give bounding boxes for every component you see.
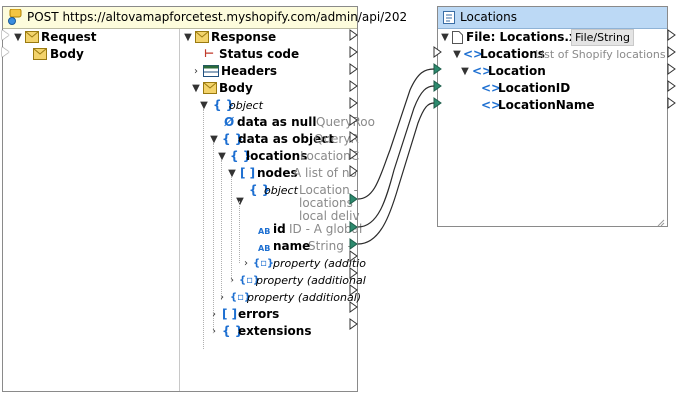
property-additional-label: property (additional) <box>247 291 362 304</box>
headers-label: Headers <box>221 64 278 78</box>
node-object-label: object <box>264 184 298 197</box>
connected-output-port <box>349 193 358 205</box>
nodes-description: A list of no <box>293 166 357 180</box>
output-port <box>349 148 358 160</box>
chevron-right-icon[interactable]: › <box>225 272 239 289</box>
status-code-label: Status code <box>219 47 300 61</box>
chevron-down-icon[interactable]: ▼ <box>11 29 25 46</box>
id-label: id <box>273 222 286 236</box>
name-label: name <box>273 239 311 253</box>
output-port <box>349 63 358 75</box>
web-service-icon <box>8 8 22 25</box>
connector-location <box>357 68 435 200</box>
input-port[interactable] <box>2 47 9 57</box>
status-code-icon: ⊢ <box>204 47 215 60</box>
chevron-right-icon[interactable]: › <box>215 289 229 306</box>
input-port[interactable] <box>2 30 9 40</box>
chevron-down-icon[interactable]: ▼ <box>189 80 203 97</box>
output-port <box>667 29 676 41</box>
data-as-null-type: QueryRoo <box>316 115 375 129</box>
connector-location-id <box>357 85 435 228</box>
api-component[interactable]: POST https://altovamapforcetest.myshopif… <box>2 6 407 392</box>
output-port <box>349 165 358 177</box>
output-port <box>349 97 358 109</box>
output-port <box>349 131 358 143</box>
data-as-null-label: data as null <box>237 115 317 129</box>
output-port <box>349 29 358 41</box>
xml-ports <box>428 0 678 397</box>
envelope-icon <box>33 48 47 60</box>
input-port <box>433 46 442 58</box>
output-port <box>667 46 676 58</box>
connected-output-port <box>349 238 358 250</box>
tree-guide <box>239 201 240 263</box>
output-port <box>349 267 358 279</box>
connected-input-port <box>433 97 442 109</box>
chevron-down-icon[interactable]: ▼ <box>181 29 195 46</box>
chevron-right-icon[interactable]: › <box>207 323 221 340</box>
envelope-icon <box>203 82 217 94</box>
output-port <box>667 63 676 75</box>
output-port <box>349 250 358 262</box>
connected-input-port <box>433 80 442 92</box>
chevron-down-icon[interactable]: ▼ <box>215 148 229 165</box>
api-output-ports <box>349 0 359 397</box>
tree-guide <box>221 160 222 300</box>
tree-guide <box>213 143 214 333</box>
output-port <box>349 301 358 313</box>
request-body-label: Body <box>50 47 84 61</box>
string-type-icon: AB <box>258 227 271 236</box>
output-port <box>349 114 358 126</box>
property-icon: {▫} <box>253 258 275 269</box>
output-port <box>667 97 676 109</box>
locations-label: locations <box>246 149 308 163</box>
envelope-icon <box>195 31 209 43</box>
tree-guide <box>203 109 204 349</box>
connected-input-port <box>433 63 442 75</box>
chevron-down-icon[interactable]: ▼ <box>233 193 247 210</box>
output-port <box>349 46 358 58</box>
output-port <box>349 284 358 296</box>
request-label: Request <box>41 30 97 44</box>
array-icon: [ ] <box>222 307 238 321</box>
nodes-label: nodes <box>257 166 298 180</box>
chevron-down-icon[interactable]: ▼ <box>207 131 221 148</box>
response-label: Response <box>211 30 277 44</box>
request-response-divider <box>179 29 180 391</box>
table-icon <box>203 65 219 77</box>
null-icon: Ø <box>224 115 235 129</box>
object-label: object <box>229 99 263 112</box>
array-icon: [ ] <box>240 166 256 180</box>
chevron-down-icon[interactable]: ▼ <box>197 97 211 114</box>
tree-guide <box>231 177 232 282</box>
api-component-title-bar[interactable]: POST https://altovamapforcetest.myshopif… <box>3 7 407 29</box>
response-body-label: Body <box>219 81 253 95</box>
chevron-right-icon[interactable]: › <box>189 63 203 80</box>
connected-output-port <box>349 221 358 233</box>
envelope-icon <box>25 31 39 43</box>
output-port <box>349 80 358 92</box>
chevron-right-icon[interactable]: › <box>239 255 253 272</box>
output-port <box>667 80 676 92</box>
chevron-right-icon[interactable]: › <box>207 306 221 323</box>
name-description: String - <box>308 239 352 253</box>
output-port <box>349 318 358 330</box>
errors-label: errors <box>238 307 280 321</box>
extensions-label: extensions <box>238 324 312 338</box>
chevron-down-icon[interactable]: ▼ <box>225 165 239 182</box>
